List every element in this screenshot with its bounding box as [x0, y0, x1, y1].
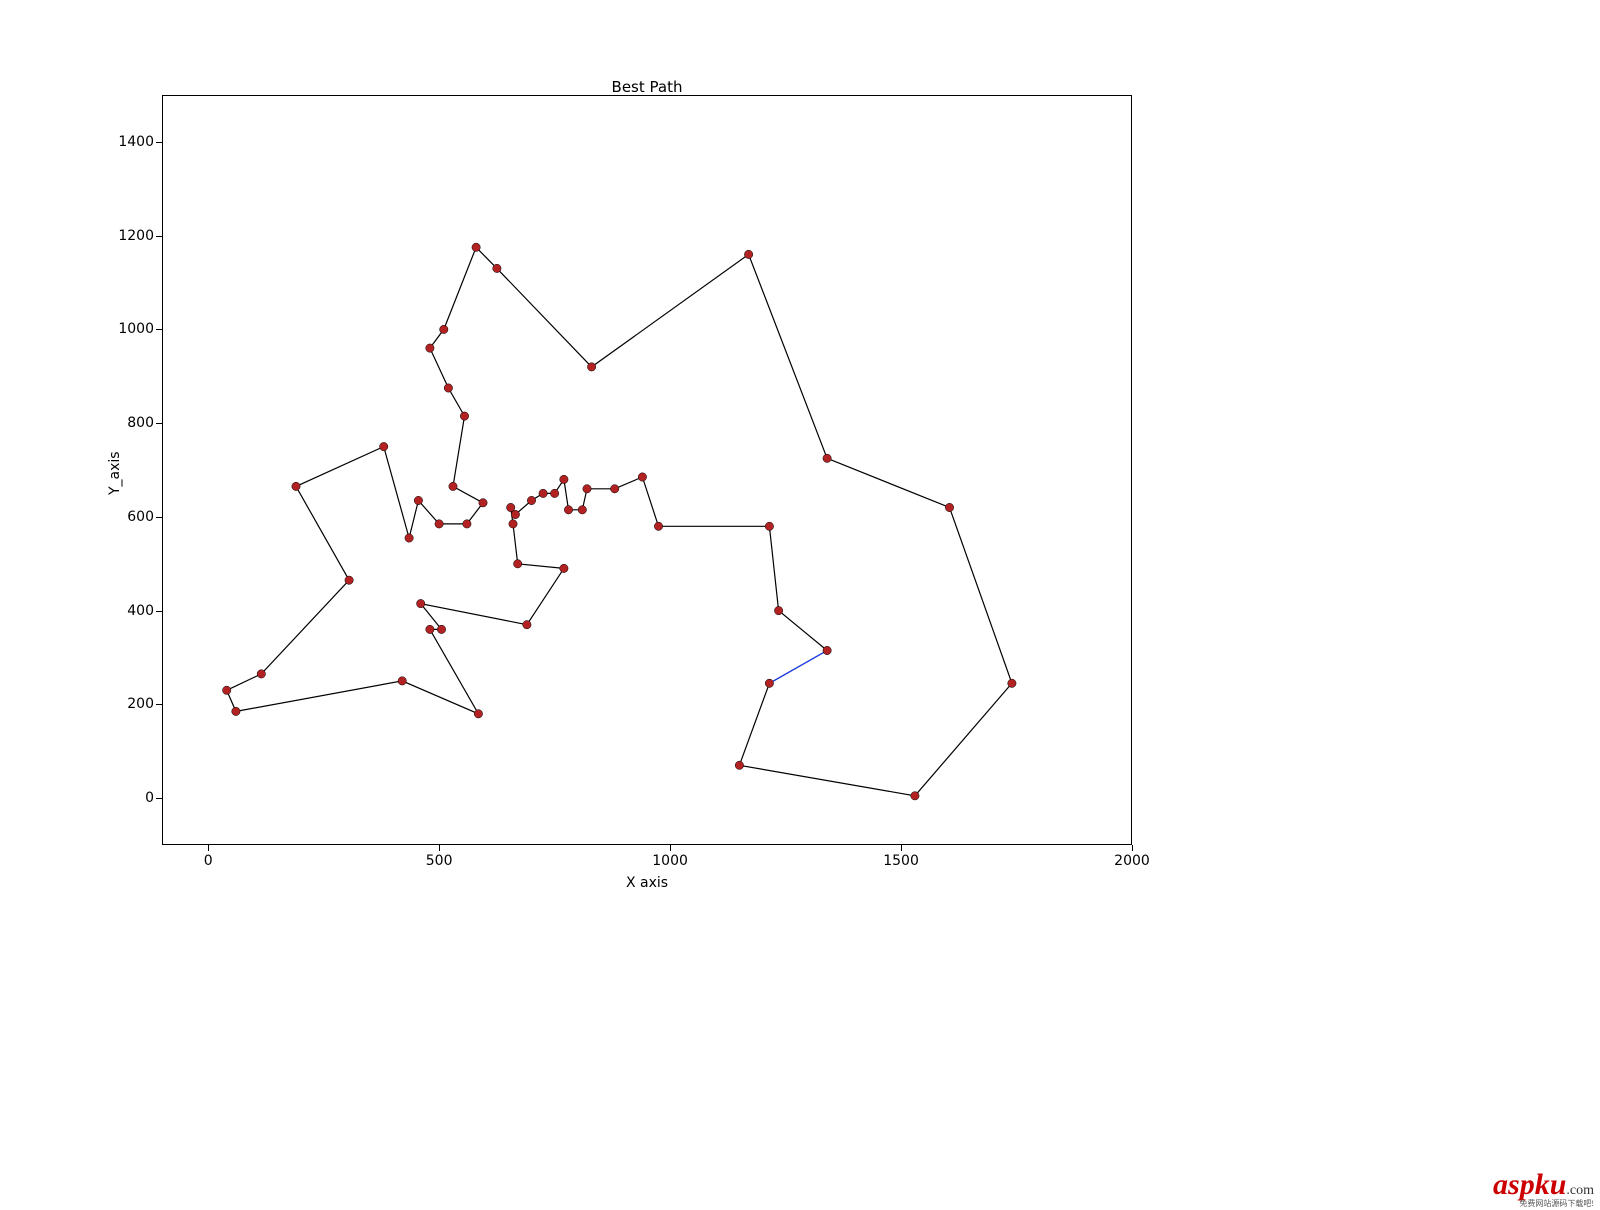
watermark-main: aspku [1493, 1168, 1566, 1201]
plot-canvas [0, 0, 1600, 1210]
path-node [509, 520, 517, 528]
path-node [564, 506, 572, 514]
path-node [511, 510, 519, 518]
path-node [479, 499, 487, 507]
path-node [380, 442, 388, 450]
path-node [578, 506, 586, 514]
path-node [945, 503, 953, 511]
path-node [414, 496, 422, 504]
path-node [823, 454, 831, 462]
path-node [444, 384, 452, 392]
watermark-logo: aspku.com 免费网站源码下载吧! [1493, 1170, 1594, 1208]
path-node [583, 485, 591, 493]
path-node [765, 522, 773, 530]
path-node [611, 485, 619, 493]
path-node [539, 489, 547, 497]
path-node [823, 646, 831, 654]
watermark-sub: 免费网站源码下载吧! [1493, 1200, 1594, 1208]
path-node [417, 599, 425, 607]
path-node [463, 520, 471, 528]
start-segment [769, 650, 827, 683]
path-node [1008, 679, 1016, 687]
path-node [345, 576, 353, 584]
path-node [426, 344, 434, 352]
path-node [257, 670, 265, 678]
path-node [460, 412, 468, 420]
path-node [587, 363, 595, 371]
watermark-suffix: .com [1566, 1183, 1594, 1198]
path-node [765, 679, 773, 687]
path-node [527, 496, 535, 504]
path-node [435, 520, 443, 528]
path-node [474, 710, 482, 718]
path-node [437, 625, 445, 633]
path-node [560, 564, 568, 572]
path-node [911, 792, 919, 800]
figure: Best Path X axis Y_axis 0500100015002000… [0, 0, 1600, 1210]
path-node [638, 473, 646, 481]
path-node [493, 264, 501, 272]
path-node [744, 250, 752, 258]
path-node [514, 560, 522, 568]
path-node [735, 761, 743, 769]
path-node [560, 475, 568, 483]
path-node [523, 621, 531, 629]
path-node [292, 482, 300, 490]
path-node [440, 325, 448, 333]
path-node [774, 606, 782, 614]
path-node [398, 677, 406, 685]
path-node [472, 243, 480, 251]
path-node [550, 489, 558, 497]
path-node [426, 625, 434, 633]
path-node [449, 482, 457, 490]
path-node [223, 686, 231, 694]
path-line [227, 247, 1012, 796]
path-node [405, 534, 413, 542]
path-node [232, 707, 240, 715]
path-node [654, 522, 662, 530]
